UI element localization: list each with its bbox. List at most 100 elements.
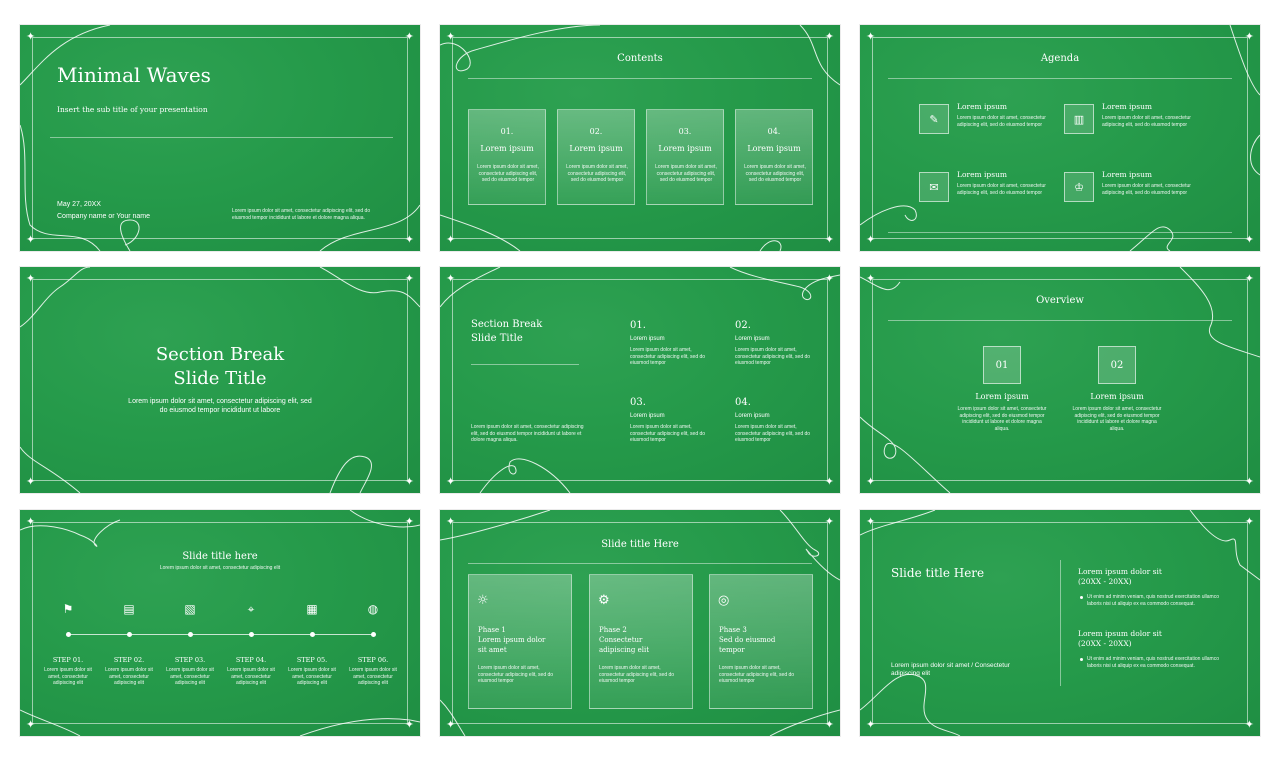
corner-star-icon: ✦ bbox=[446, 30, 456, 43]
agenda-title: Lorem ipsum bbox=[1102, 170, 1153, 179]
timeline-dot bbox=[188, 632, 193, 637]
corner-star-icon: ✦ bbox=[1244, 272, 1254, 285]
step-title: STEP 06. bbox=[357, 656, 389, 664]
slide-phases[interactable]: ✦ ✦ ✦ ✦ Slide title Here ☼ Phase 1 Lorem… bbox=[440, 510, 840, 736]
section-title-line1: Section Break bbox=[155, 344, 285, 365]
card-text: Lorem ipsum dolor sit amet, consectetur … bbox=[477, 164, 539, 183]
overview-number: 01 bbox=[983, 346, 1021, 384]
lightbulb-icon: ☼ bbox=[477, 593, 489, 608]
slide-timeline-text[interactable]: ✦ ✦ ✦ ✦ Slide title Here Lorem ipsum dol… bbox=[860, 510, 1260, 736]
bar-chart-icon: ▥ bbox=[1064, 104, 1094, 134]
step-text: Lorem ipsum dolor sit amet, consectetur … bbox=[44, 667, 92, 686]
agenda-text: Lorem ipsum dolor sit amet, consectetur … bbox=[1102, 115, 1191, 128]
corner-star-icon: ✦ bbox=[26, 233, 36, 246]
divider bbox=[1060, 560, 1061, 686]
card-text: Lorem ipsum dolor sit amet, consectetur … bbox=[655, 164, 717, 183]
contents-card[interactable]: 03. Lorem ipsum Lorem ipsum dolor sit am… bbox=[646, 109, 724, 205]
phase-text: Lorem ipsum dolor sit amet, consectetur … bbox=[719, 665, 795, 684]
card-title: Lorem ipsum bbox=[747, 144, 801, 153]
corner-star-icon: ✦ bbox=[404, 718, 414, 731]
corner-star-icon: ✦ bbox=[26, 30, 36, 43]
agenda-title: Lorem ipsum bbox=[957, 102, 1008, 111]
item-number: 02. bbox=[735, 320, 751, 331]
item-title: Lorem ipsum bbox=[630, 336, 665, 342]
corner-star-icon: ✦ bbox=[824, 718, 834, 731]
globe-icon: ◍ bbox=[367, 602, 379, 616]
card-number: 01. bbox=[500, 127, 514, 136]
item-text: Lorem ipsum dolor sit amet, consectetur … bbox=[735, 424, 811, 443]
location-icon: ⌖ bbox=[247, 602, 255, 616]
corner-star-icon: ✦ bbox=[404, 272, 414, 285]
timeline-dot bbox=[371, 632, 376, 637]
phase-card[interactable]: ⚙ Phase 2 Consectetur adipiscing elit Lo… bbox=[589, 574, 693, 709]
slide-subheading: Lorem ipsum dolor sit amet, consectetur … bbox=[159, 565, 281, 571]
step-title: STEP 04. bbox=[235, 656, 267, 664]
corner-star-icon: ✦ bbox=[866, 515, 876, 528]
slide-section-break-list[interactable]: ✦ ✦ ✦ ✦ Section Break Slide Title Lorem … bbox=[440, 267, 840, 493]
corner-star-icon: ✦ bbox=[824, 30, 834, 43]
corner-star-icon: ✦ bbox=[446, 272, 456, 285]
wave-decoration bbox=[440, 267, 840, 493]
date-text: May 27, 20XX bbox=[57, 201, 101, 208]
corner-star-icon: ✦ bbox=[26, 272, 36, 285]
step-text: Lorem ipsum dolor sit amet, consectetur … bbox=[105, 667, 153, 686]
item-number: 01. bbox=[630, 320, 646, 331]
card-number: 04. bbox=[767, 127, 781, 136]
card-text: Lorem ipsum dolor sit amet, consectetur … bbox=[566, 164, 628, 183]
corner-star-icon: ✦ bbox=[866, 233, 876, 246]
slide-contents[interactable]: ✦ ✦ ✦ ✦ Contents 01. Lorem ipsum Lorem i… bbox=[440, 25, 840, 251]
image-icon: ▧ bbox=[184, 602, 196, 616]
section-title-line1: Section Break bbox=[471, 319, 543, 330]
phase-card[interactable]: ◎ Phase 3 Sed do eiusmod tempor Lorem ip… bbox=[709, 574, 813, 709]
slide-overview[interactable]: ✦ ✦ ✦ ✦ Overview 01 Lorem ipsum Lorem ip… bbox=[860, 267, 1260, 493]
phase-title-line2: sit amet bbox=[478, 646, 507, 654]
slide-agenda[interactable]: ✦ ✦ ✦ ✦ Agenda ✎ Lorem ipsum Lorem ipsum… bbox=[860, 25, 1260, 251]
blurb-text: Lorem ipsum dolor sit amet, consectetur … bbox=[232, 208, 371, 221]
corner-star-icon: ✦ bbox=[1244, 718, 1254, 731]
company-text: Company name or Your name bbox=[57, 213, 150, 220]
overview-text: Lorem ipsum dolor sit amet, consectetur … bbox=[957, 406, 1047, 432]
corner-star-icon: ✦ bbox=[824, 515, 834, 528]
step-text: Lorem ipsum dolor sit amet, consectetur … bbox=[166, 667, 214, 686]
slide-frame bbox=[872, 279, 1248, 481]
contents-card[interactable]: 02. Lorem ipsum Lorem ipsum dolor sit am… bbox=[557, 109, 635, 205]
timeline-dot bbox=[249, 632, 254, 637]
block-range: (20XX - 20XX) bbox=[1078, 639, 1132, 648]
slide-section-break[interactable]: ✦ ✦ ✦ ✦ Section Break Slide Title Lorem … bbox=[20, 267, 420, 493]
contents-card[interactable]: 01. Lorem ipsum Lorem ipsum dolor sit am… bbox=[468, 109, 546, 205]
phase-text: Lorem ipsum dolor sit amet, consectetur … bbox=[599, 665, 675, 684]
gear-icon: ⚙ bbox=[598, 593, 610, 608]
agenda-title: Lorem ipsum bbox=[1102, 102, 1153, 111]
step-text: Lorem ipsum dolor sit amet, consectetur … bbox=[227, 667, 275, 686]
agenda-title: Lorem ipsum bbox=[957, 170, 1008, 179]
section-title-line2: Slide Title bbox=[471, 333, 523, 344]
phase-card[interactable]: ☼ Phase 1 Lorem ipsum dolor sit amet Lor… bbox=[468, 574, 572, 709]
slide-steps[interactable]: ✦ ✦ ✦ ✦ Slide title here Lorem ipsum dol… bbox=[20, 510, 420, 736]
corner-star-icon: ✦ bbox=[446, 233, 456, 246]
corner-star-icon: ✦ bbox=[824, 233, 834, 246]
card-text: Lorem ipsum dolor sit amet, consectetur … bbox=[744, 164, 806, 183]
contents-card[interactable]: 04. Lorem ipsum Lorem ipsum dolor sit am… bbox=[735, 109, 813, 205]
item-title: Lorem ipsum bbox=[735, 336, 770, 342]
bullet bbox=[1080, 596, 1083, 599]
corner-star-icon: ✦ bbox=[446, 718, 456, 731]
corner-star-icon: ✦ bbox=[866, 272, 876, 285]
corner-star-icon: ✦ bbox=[404, 30, 414, 43]
step-title: STEP 03. bbox=[174, 656, 206, 664]
slide-frame bbox=[452, 279, 828, 481]
step-title: STEP 01. bbox=[52, 656, 84, 664]
section-text: Lorem ipsum dolor sit amet, consectetur … bbox=[128, 398, 312, 414]
bullet bbox=[1080, 658, 1083, 661]
divider bbox=[468, 78, 812, 79]
item-text: Lorem ipsum dolor sit amet, consectetur … bbox=[735, 347, 811, 366]
step-text: Lorem ipsum dolor sit amet, consectetur … bbox=[349, 667, 397, 686]
slide-frame bbox=[872, 37, 1248, 239]
phase-title-line2: adipiscing elit bbox=[599, 646, 650, 654]
timeline-dot bbox=[127, 632, 132, 637]
slide-heading: Slide title here bbox=[182, 551, 258, 562]
phase-title-line1: Consectetur bbox=[599, 636, 643, 644]
agenda-text: Lorem ipsum dolor sit amet, consectetur … bbox=[957, 183, 1046, 196]
presentation-subtitle: Insert the sub title of your presentatio… bbox=[57, 105, 208, 114]
corner-star-icon: ✦ bbox=[446, 515, 456, 528]
slide-title[interactable]: ✦ ✦ ✦ ✦ Minimal Waves Insert the sub tit… bbox=[20, 25, 420, 251]
